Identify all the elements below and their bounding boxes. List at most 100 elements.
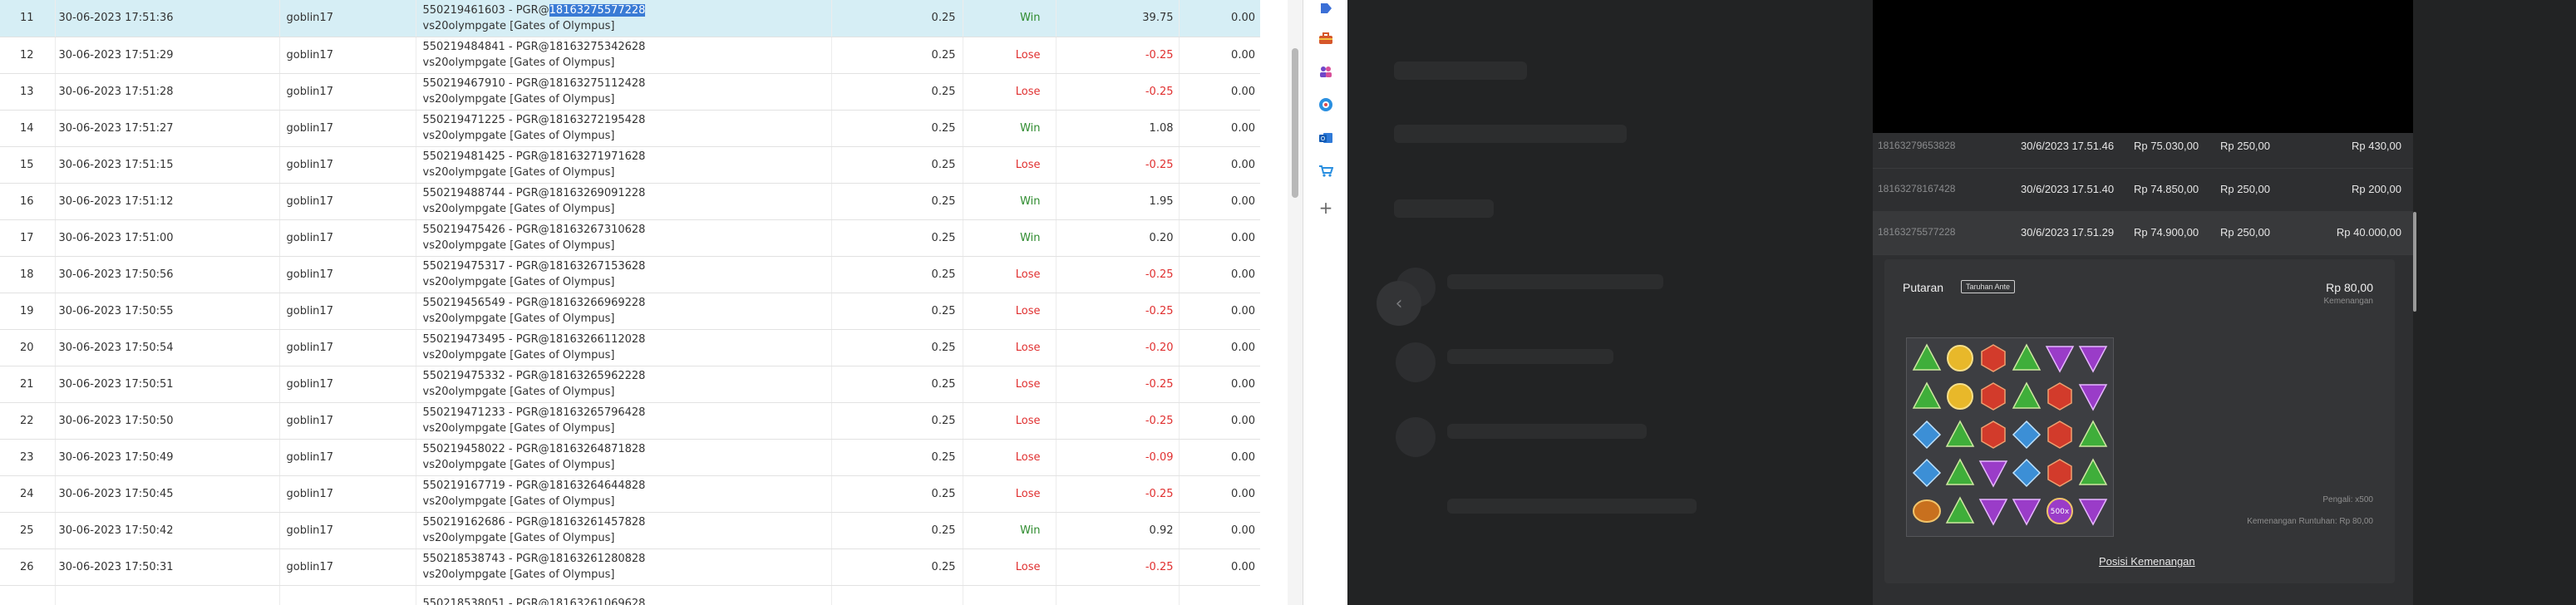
row-transaction: 550219473495 - PGR@18163266112028 vs20oly… <box>416 329 832 366</box>
row-amount: -0.25 <box>1056 402 1180 440</box>
row-result: Win <box>963 110 1057 147</box>
yellow-gem-symbol <box>1945 343 1975 373</box>
table-row[interactable]: 15 30-06-2023 17:51:15 goblin17 55021948142… <box>0 146 1260 184</box>
history-row[interactable]: 18163275577228 30/6/2023 17.51.29 Rp 74.90… <box>1873 211 2413 255</box>
history-row[interactable]: 18163279653828 30/6/2023 17.51.46 Rp 75.03… <box>1873 125 2413 169</box>
table-row[interactable]: 17 30-06-2023 17:51:00 goblin17 55021947542… <box>0 219 1260 257</box>
history-round-id: 18163275577228 <box>1878 226 1956 238</box>
row-username: goblin17 <box>279 73 416 111</box>
row-result: Lose <box>963 37 1057 74</box>
row-time: 30-06-2023 17:51:36 <box>55 0 280 37</box>
table-row[interactable]: 18 30-06-2023 17:50:56 goblin17 55021947531… <box>0 256 1260 293</box>
transaction-round-id: 18163266969228 <box>549 297 646 309</box>
ghost-block <box>1447 499 1697 514</box>
winning-positions-link[interactable]: Posisi Kemenangan <box>2099 555 2195 568</box>
row-username: goblin17 <box>279 37 416 74</box>
row-username: goblin17 <box>279 256 416 293</box>
transaction-round-id: 18163265796428 <box>549 406 646 419</box>
outlook-icon[interactable]: O <box>1318 130 1334 146</box>
history-win: Rp 430,00 <box>2352 140 2401 152</box>
red-gem-symbol <box>1978 343 2008 373</box>
row-transaction: 550219488744 - PGR@18163269091228 vs20oly… <box>416 183 832 220</box>
row-bet: 0.25 <box>831 366 963 403</box>
red-gem-symbol <box>2045 420 2075 450</box>
purple-gem-symbol <box>1978 458 2008 488</box>
back-button[interactable]: ‹ <box>1377 281 1421 326</box>
red-gem-symbol <box>1978 420 2008 450</box>
transaction-prefix: 550219475332 - PGR@ <box>422 370 549 382</box>
multiplier-value: 500x <box>2051 508 2070 516</box>
row-bet: 0.25 <box>831 256 963 293</box>
table-row[interactable]: 550218538051 - PGR@18163261069628 <box>0 585 1260 605</box>
row-transaction: 550219456549 - PGR@18163266969228 vs20oly… <box>416 293 832 330</box>
table-row[interactable]: 23 30-06-2023 17:50:49 goblin17 55021945802… <box>0 439 1260 476</box>
table-row[interactable]: 14 30-06-2023 17:51:27 goblin17 55021947122… <box>0 110 1260 147</box>
table-row[interactable]: 22 30-06-2023 17:50:50 goblin17 55021947123… <box>0 402 1260 440</box>
table-row[interactable]: 26 30-06-2023 17:50:31 goblin17 55021853874… <box>0 548 1260 586</box>
panel-scrollbar[interactable] <box>2413 212 2416 312</box>
scrollbar-thumb[interactable] <box>1292 48 1298 198</box>
row-balance: 0.00 <box>1179 73 1260 111</box>
row-number: 13 <box>0 73 56 111</box>
row-number: 16 <box>0 183 56 220</box>
transaction-round-id: 18163272195428 <box>549 114 646 126</box>
row-bet: 0.25 <box>831 402 963 440</box>
table-scrollbar[interactable] <box>1288 0 1303 605</box>
people-icon[interactable] <box>1318 63 1334 80</box>
history-bet: Rp 250,00 <box>2220 226 2270 239</box>
cart-icon[interactable] <box>1318 163 1334 180</box>
transaction-id: 550219475332 - PGR@18163265962228 <box>423 368 825 384</box>
game-name: vs20olympgate [Gates of Olympus] <box>422 312 615 325</box>
table-row[interactable]: 25 30-06-2023 17:50:42 goblin17 55021916268… <box>0 512 1260 549</box>
blue-gem-symbol <box>1912 420 1942 450</box>
history-round-id: 18163279653828 <box>1878 140 1956 151</box>
table-row[interactable]: 12 30-06-2023 17:51:29 goblin17 55021948484… <box>0 37 1260 74</box>
add-icon[interactable]: + <box>1318 198 1334 218</box>
row-cell <box>831 585 963 605</box>
row-username: goblin17 <box>279 475 416 513</box>
row-transaction: 550219484841 - PGR@18163275342628 vs20oly… <box>416 37 832 74</box>
transaction-id: 550219471233 - PGR@18163265796428 <box>423 405 825 421</box>
toolbox-icon[interactable] <box>1318 30 1334 47</box>
row-balance: 0.00 <box>1179 183 1260 220</box>
history-row[interactable]: 18163278167428 30/6/2023 17.51.40 Rp 74.85… <box>1873 168 2413 212</box>
row-time: 30-06-2023 17:51:00 <box>55 219 280 257</box>
row-username: goblin17 <box>279 439 416 476</box>
row-result: Lose <box>963 366 1057 403</box>
table-row[interactable]: 21 30-06-2023 17:50:51 goblin17 55021947533… <box>0 366 1260 403</box>
row-username <box>279 585 416 605</box>
row-number: 12 <box>0 37 56 74</box>
row-bet: 0.25 <box>831 293 963 330</box>
table-row[interactable]: 13 30-06-2023 17:51:28 goblin17 55021946791… <box>0 73 1260 111</box>
row-bet: 0.25 <box>831 548 963 586</box>
row-number: 21 <box>0 366 56 403</box>
transaction-round-id: 18163267153628 <box>549 260 646 273</box>
yellow-gem-symbol <box>1945 381 1975 411</box>
game-name: vs20olympgate [Gates of Olympus] <box>422 19 615 32</box>
row-transaction: 550219475332 - PGR@18163265962228 vs20oly… <box>416 366 832 403</box>
row-result: Lose <box>963 146 1057 184</box>
row-transaction: 550219481425 - PGR@18163271971628 vs20oly… <box>416 146 832 184</box>
multiplier-label: Pengali: x500 <box>2322 495 2373 504</box>
table-row[interactable]: 19 30-06-2023 17:50:55 goblin17 55021945654… <box>0 293 1260 330</box>
table-row[interactable]: 20 30-06-2023 17:50:54 goblin17 55021947349… <box>0 329 1260 366</box>
table-row[interactable]: 16 30-06-2023 17:51:12 goblin17 55021948874… <box>0 183 1260 220</box>
table-row[interactable]: 11 30-06-2023 17:51:36 goblin17 55021946160… <box>0 0 1260 37</box>
row-username: goblin17 <box>279 402 416 440</box>
row-transaction: 550219461603 - PGR@18163275577228 vs20oly… <box>416 0 832 37</box>
round-win-label: Kemenangan <box>2323 297 2374 306</box>
table-row[interactable]: 24 30-06-2023 17:50:45 goblin17 55021916771… <box>0 475 1260 513</box>
row-amount: -0.25 <box>1056 475 1180 513</box>
purple-gem-symbol <box>1978 496 2008 526</box>
purple-gem-symbol <box>2078 496 2108 526</box>
tag-icon[interactable] <box>1318 0 1334 17</box>
row-time: 30-06-2023 17:51:27 <box>55 110 280 147</box>
transaction-id: 550219484841 - PGR@18163275342628 <box>423 39 825 55</box>
history-balance: Rp 74.850,00 <box>2134 183 2199 195</box>
row-cell <box>963 585 1057 605</box>
row-amount: -0.25 <box>1056 256 1180 293</box>
row-balance: 0.00 <box>1179 293 1260 330</box>
circle-logo-icon[interactable] <box>1318 96 1334 113</box>
transaction-id: 550219167719 - PGR@18163264644828 <box>423 478 825 494</box>
game-name: vs20olympgate [Gates of Olympus] <box>422 422 615 435</box>
